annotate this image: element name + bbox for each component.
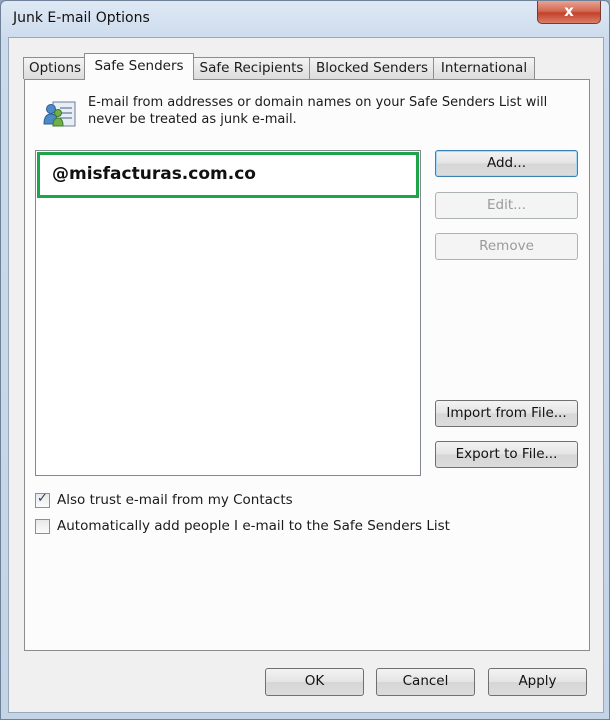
auto-add-checkbox[interactable] [35,519,50,534]
import-from-file-button[interactable]: Import from File... [435,400,578,427]
safe-senders-panel: E-mail from addresses or domain names on… [24,79,590,651]
apply-button[interactable]: Apply [488,668,587,696]
auto-add-label: Automatically add people I e-mail to the… [57,518,450,534]
close-button[interactable]: x [537,1,601,24]
tab-options[interactable]: Options [23,57,87,79]
export-to-file-button[interactable]: Export to File... [435,441,578,468]
cancel-button[interactable]: Cancel [376,668,475,696]
window-title: Junk E-mail Options [13,10,150,26]
checkmark-icon: ✓ [37,491,48,506]
junk-email-options-dialog: Junk E-mail Options x Options Safe Sende… [0,0,610,720]
list-item-text: @misfacturas.com.co [52,164,256,184]
remove-button[interactable]: Remove [435,233,578,260]
tab-safe-recipients[interactable]: Safe Recipients [192,57,311,79]
safe-senders-icon [43,101,76,127]
tab-blocked-senders[interactable]: Blocked Senders [309,57,435,79]
tab-safe-senders[interactable]: Safe Senders [84,53,194,80]
trust-contacts-checkbox[interactable]: ✓ [35,491,50,508]
edit-button[interactable]: Edit... [435,192,578,219]
tab-international[interactable]: International [433,57,535,79]
ok-button[interactable]: OK [265,668,364,696]
add-button[interactable]: Add... [435,150,578,177]
safe-senders-list[interactable]: @misfacturas.com.co [35,150,421,476]
description-text: E-mail from addresses or domain names on… [88,95,548,127]
trust-contacts-label: Also trust e-mail from my Contacts [57,492,293,508]
dialog-body: Options Safe Senders Safe Recipients Blo… [8,37,604,713]
title-bar[interactable]: Junk E-mail Options x [1,1,609,37]
list-item[interactable]: @misfacturas.com.co [37,152,419,198]
